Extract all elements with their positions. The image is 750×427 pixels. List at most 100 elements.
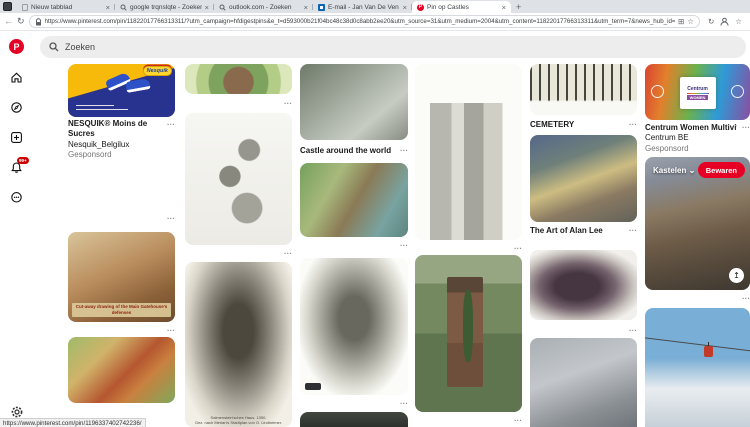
gondola-shape [704,346,713,357]
more-options-icon[interactable]: ··· [163,327,175,335]
notification-badge: 99+ [17,157,29,164]
workspace-icon[interactable] [3,2,12,11]
browser-tab-strip: Nieuw tabblad × google trqnslqte - Zoeke… [0,0,750,13]
more-options-icon[interactable]: ··· [280,250,292,258]
more-options-icon[interactable]: ··· [625,227,637,235]
pin-mountain-aqueduct[interactable] [530,250,637,320]
notifications-bell-icon[interactable]: 99+ [10,161,23,174]
explore-icon[interactable] [10,101,23,114]
search-input[interactable]: Zoeken [40,36,746,58]
status-url: https://www.pinterest.com/pin/1196337402… [3,420,142,427]
pinterest-sidebar: P 99+ [0,31,33,427]
close-icon[interactable]: × [106,3,110,12]
pin-title[interactable]: CEMETERY [530,120,622,130]
tab-label: E-mail - Jan Van De Ven - Outloo... [328,4,400,11]
close-icon[interactable]: × [502,3,506,12]
more-options-icon[interactable]: ··· [396,242,408,250]
more-options-icon[interactable]: ··· [510,417,522,425]
pinterest-page: P 99+ Zoeken Nesquik NESQUI [0,31,750,427]
search-placeholder: Zoeken [65,42,95,52]
messages-icon[interactable] [10,191,23,204]
tab-pin-op-castles[interactable]: P Pin op Castles × [412,1,511,13]
tab-email-outlook[interactable]: E-mail - Jan Van De Ven - Outloo... × [313,1,412,13]
board-selector[interactable]: Kastelen ⌄ [653,166,695,175]
tab-label: google trqnslqte - Zoeken [130,4,202,11]
benefit-circle-icon [651,85,664,98]
pin-caption: Gez. nach Merian's Stadtplan von O. Lind… [185,420,292,425]
pin-cemetery-drawing[interactable] [530,64,637,115]
tab-label: Nieuw tabblad [31,4,103,11]
more-options-icon[interactable]: ··· [510,245,522,253]
more-options-icon[interactable]: ··· [738,124,750,132]
settings-gear-icon[interactable] [10,405,24,419]
tab-label: Pin op Castles [427,4,499,11]
centrum-pin-meta: Centrum Women Multivitaminen Centrum BE … [645,123,737,154]
more-options-icon[interactable]: ··· [280,100,292,108]
close-icon[interactable]: × [205,3,209,12]
more-options-icon[interactable]: ··· [163,121,175,129]
more-options-icon[interactable]: ··· [396,147,408,155]
sync-icon[interactable]: ↻ [708,18,714,26]
share-upload-icon[interactable]: ↥ [729,268,744,283]
tab-google-translate[interactable]: google trqnslqte - Zoeken × [115,1,214,13]
cable-line [645,336,750,352]
centrum-product-box: Centrum WOMEN [680,77,716,109]
pin-foggy-castle[interactable] [530,338,637,427]
pin-aerial-town[interactable] [68,337,175,403]
pin-gatehouse-cutaway[interactable]: Cut-away drawing of the Main Gatehouse's… [68,232,175,322]
pin-centrum-ad[interactable]: Centrum WOMEN [645,64,750,120]
sponsored-label: Gesponsord [645,144,737,154]
pin-author[interactable]: Centrum BE [645,133,737,143]
tab-outlook-zoeken[interactable]: outlook.com - Zoeken × [214,1,313,13]
pin-motte-castle[interactable] [185,64,292,94]
back-icon[interactable]: ← [4,17,13,26]
nesquik-logo: Nesquik [143,66,172,76]
favorite-star-icon[interactable]: ☆ [687,18,694,26]
pin-siege-drawing[interactable] [185,113,292,245]
pin-salmenstein-etching[interactable]: Salmenstein'sches Haus. 1350. Gez. nach … [185,262,292,427]
refresh-icon[interactable]: ↻ [17,17,25,26]
outlook-favicon [318,4,325,11]
pin-title[interactable]: The Art of Alan Lee [530,226,622,236]
search-favicon [219,4,226,11]
address-bar[interactable]: https://www.pinterest.com/pin/1182201776… [29,15,700,28]
pin-title[interactable]: Centrum Women Multivitaminen [645,123,737,133]
search-icon [49,42,59,52]
pin-title[interactable]: Castle around the world view... [300,146,392,156]
pinterest-logo[interactable]: P [9,39,24,54]
close-icon[interactable]: × [304,3,308,12]
split-screen-icon[interactable]: ⊞ [678,18,684,26]
new-tab-button[interactable]: + [516,2,521,12]
pin-nesquik-ad[interactable]: Nesquik [68,64,175,117]
more-options-icon[interactable]: ··· [625,121,637,129]
pin-alan-lee-art[interactable] [530,135,637,222]
pin-castle-photo-hover[interactable]: Kastelen ⌄ Bewaren ↥ [645,157,750,290]
pin-fantasy-castle[interactable] [300,258,408,395]
home-icon[interactable] [10,71,23,84]
save-button[interactable]: Bewaren [698,162,745,178]
benefit-circle-icon [731,85,744,98]
pin-castle-sketch[interactable] [68,148,175,209]
pin-tower-drawing[interactable] [415,64,522,240]
more-options-icon[interactable]: ··· [396,400,408,408]
status-bar: https://www.pinterest.com/pin/1196337402… [0,418,146,427]
pin-castle-aerial[interactable] [300,64,408,140]
pin-dark-clipped[interactable] [300,412,408,427]
pinterest-favicon: P [417,4,424,11]
create-icon[interactable] [10,131,23,144]
pin-valley-castle-photo[interactable] [415,255,522,412]
page-favicon [21,4,28,11]
favorites-list-icon[interactable]: ☆ [735,18,742,26]
url-text[interactable]: https://www.pinterest.com/pin/1182201776… [45,18,675,25]
more-options-icon[interactable]: ··· [738,295,750,303]
pin-cablecar-photo[interactable] [645,308,750,427]
watermark-badge [305,383,321,390]
tab-label: outlook.com - Zoeken [229,4,301,11]
more-options-icon[interactable]: ··· [163,215,175,223]
browser-essentials-icon[interactable] [720,17,729,26]
pin-coastal-castle[interactable] [300,163,408,237]
tab-nieuw-tabblad[interactable]: Nieuw tabblad × [16,1,115,13]
more-options-icon[interactable]: ··· [625,327,637,335]
close-icon[interactable]: × [403,3,407,12]
pin-title[interactable]: NESQUIK® Moins de Sucres [68,119,162,140]
